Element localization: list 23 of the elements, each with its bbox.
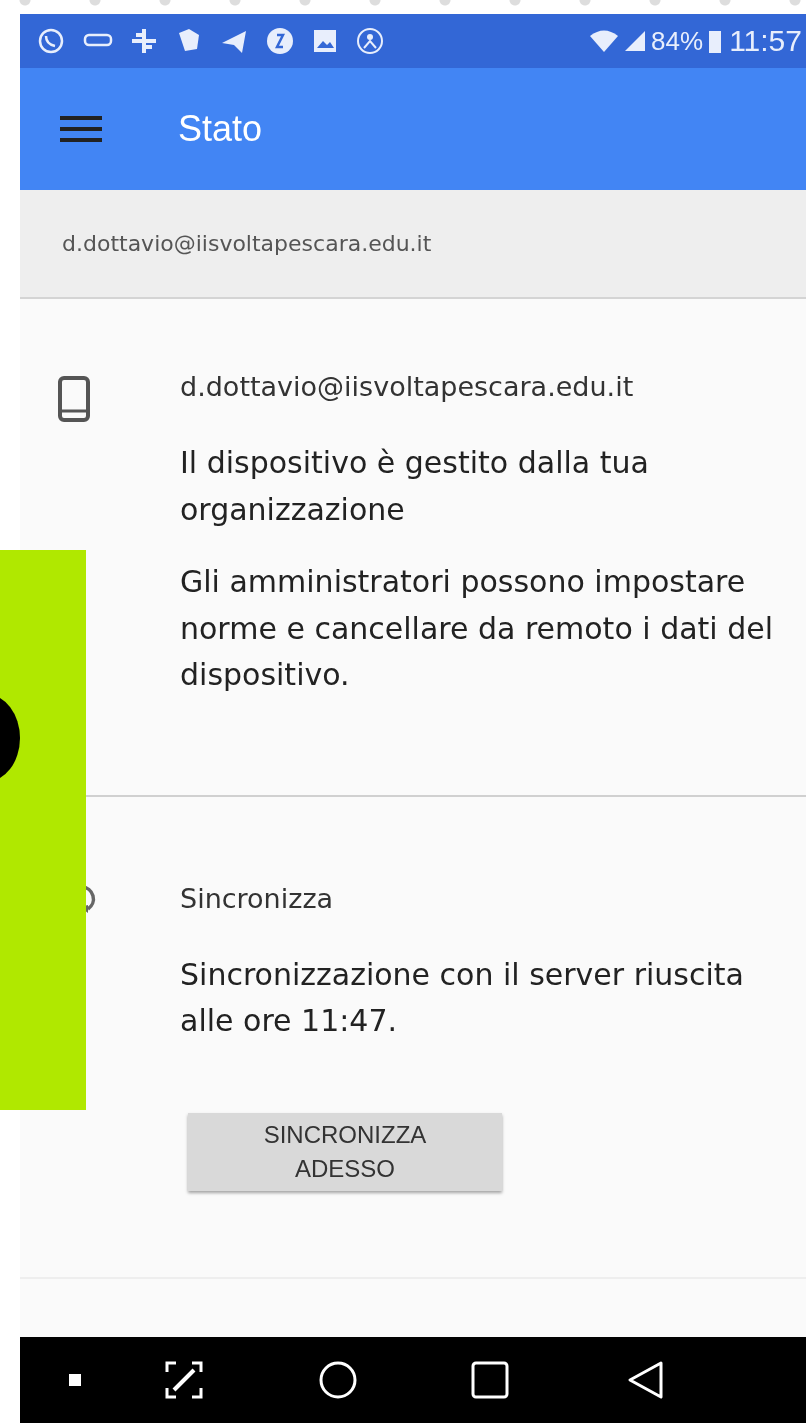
signal-icon	[624, 30, 647, 52]
battery-icon	[708, 29, 723, 53]
image-icon	[312, 28, 338, 54]
screenshot-edit-icon[interactable]	[164, 1360, 204, 1400]
description-text: Gli amministratori possono impostare norme e cancellare da remoto i dati del dispositivo.	[180, 563, 775, 694]
sync-now-button[interactable]: SINCRONIZZA ADESSO	[188, 1112, 502, 1191]
back-icon[interactable]	[627, 1360, 665, 1400]
chat-bubble-icon	[36, 26, 66, 56]
home-icon[interactable]	[318, 1360, 358, 1400]
battery-percentage: 84%	[651, 25, 704, 57]
section-title: Sincronizza	[180, 882, 335, 914]
phone-icon	[57, 375, 91, 423]
section-title: d.dottavio@iisvoltapescara.edu.it	[180, 371, 635, 402]
menu-icon[interactable]	[60, 115, 102, 143]
wifi-icon	[589, 29, 620, 53]
page-title: Stato	[178, 108, 263, 150]
account-email: d.dottavio@iisvoltapescara.edu.it	[62, 231, 432, 256]
description-text: Sincronizzazione con il server riuscita alle ore 11:47.	[180, 955, 745, 1040]
description-text: Il dispositivo è gestito dalla tua organizzazione	[180, 444, 650, 529]
person-circle-icon	[355, 26, 385, 56]
clock-time: 11:57	[729, 24, 802, 58]
recent-apps-icon[interactable]	[471, 1361, 509, 1399]
coin-icon	[265, 26, 295, 56]
